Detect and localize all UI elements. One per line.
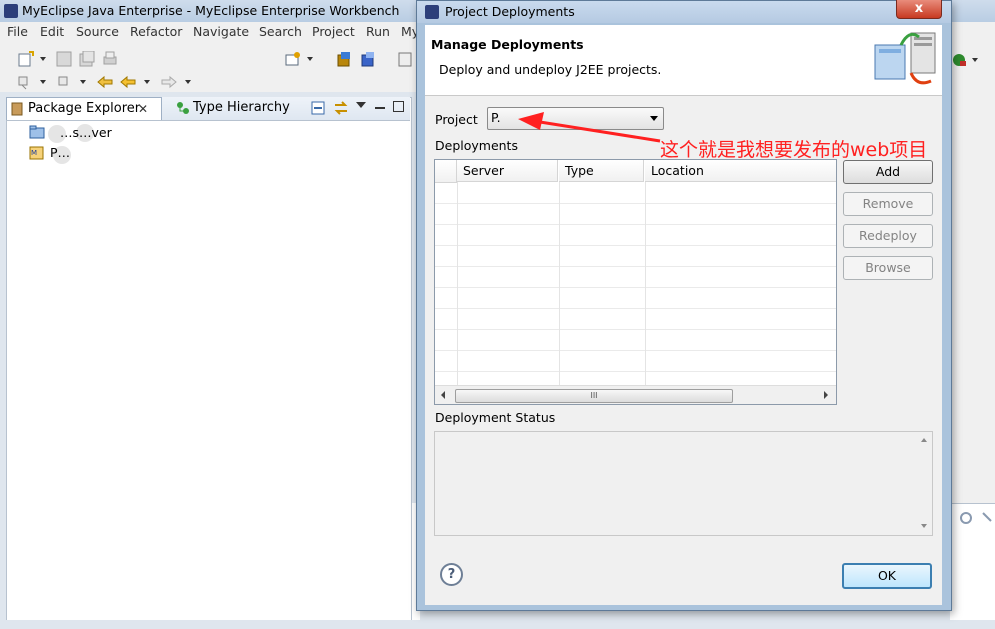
project-label: Project bbox=[435, 112, 478, 127]
column-divider bbox=[559, 182, 560, 385]
svg-text:M: M bbox=[31, 149, 37, 157]
run-dropdown-icon[interactable] bbox=[972, 58, 978, 62]
header-title: Manage Deployments bbox=[431, 37, 584, 52]
menu-run[interactable]: Run bbox=[366, 24, 390, 39]
column-header-type[interactable]: Type bbox=[559, 160, 644, 182]
minimize-icon[interactable] bbox=[375, 107, 385, 109]
header-description: Deploy and undeploy J2EE projects. bbox=[439, 62, 662, 77]
tab-label: Package Explorer bbox=[28, 101, 141, 116]
table-row bbox=[435, 351, 836, 372]
deployment-status-area[interactable] bbox=[434, 431, 933, 536]
prev-annotation-icon[interactable] bbox=[56, 74, 72, 90]
add-button[interactable]: Add bbox=[843, 160, 933, 184]
dialog-body: Project P. Deployments Server Type Locat… bbox=[425, 96, 942, 605]
horizontal-scrollbar[interactable]: III bbox=[435, 385, 836, 404]
scroll-left-icon[interactable] bbox=[441, 391, 445, 399]
forward-icon bbox=[161, 75, 177, 89]
tree-item-servers[interactable]: …s…ver bbox=[60, 125, 112, 140]
view-menu-icon[interactable] bbox=[356, 102, 366, 108]
close-button[interactable]: x bbox=[896, 0, 942, 19]
ok-button[interactable]: OK bbox=[842, 563, 932, 589]
remove-button[interactable]: Remove bbox=[843, 192, 933, 216]
deployments-label: Deployments bbox=[435, 138, 518, 153]
print-icon bbox=[103, 51, 117, 65]
annotation-text: 这个就是我想要发布的web项目 bbox=[660, 139, 928, 161]
last-edit-icon[interactable] bbox=[96, 74, 114, 90]
dialog-title: Project Deployments bbox=[445, 4, 575, 19]
myeclipse-logo-icon bbox=[4, 4, 18, 18]
package-icon bbox=[11, 102, 23, 116]
annotation-arrow bbox=[518, 112, 661, 143]
column-header-location[interactable]: Location bbox=[645, 160, 836, 182]
deploy-icon[interactable] bbox=[336, 51, 352, 67]
close-tab-icon[interactable]: ✕ bbox=[138, 98, 148, 120]
back-icon[interactable] bbox=[119, 74, 137, 90]
server-dropdown-icon[interactable] bbox=[307, 57, 313, 61]
project-select-value: P. bbox=[491, 110, 501, 125]
forward-dropdown-icon bbox=[185, 80, 191, 84]
menu-refactor[interactable]: Refactor bbox=[130, 24, 182, 39]
menu-navigate[interactable]: Navigate bbox=[193, 24, 249, 39]
jdk-icon[interactable] bbox=[398, 51, 412, 67]
column-header-server[interactable]: Server bbox=[457, 160, 558, 182]
vertical-scrollbar[interactable] bbox=[916, 432, 932, 535]
back-dropdown-icon[interactable] bbox=[144, 80, 150, 84]
browse-button[interactable]: Browse bbox=[843, 256, 933, 280]
table-row bbox=[435, 225, 836, 246]
deployment-banner-icon bbox=[874, 32, 936, 85]
new-server-icon[interactable] bbox=[284, 51, 302, 67]
tab-type-hierarchy[interactable]: Type Hierarchy bbox=[172, 97, 290, 119]
link-editor-icon[interactable] bbox=[333, 100, 349, 116]
column-divider bbox=[645, 182, 646, 385]
web-project-icon: M bbox=[29, 146, 44, 160]
scroll-down-icon[interactable] bbox=[921, 524, 927, 528]
save-icon bbox=[56, 51, 72, 67]
save-all-icon bbox=[79, 51, 95, 67]
table-row bbox=[435, 267, 836, 288]
dialog-header: Manage Deployments Deploy and undeploy J… bbox=[425, 25, 942, 96]
table-row bbox=[435, 246, 836, 267]
window-title: MyEclipse Java Enterprise - MyEclipse En… bbox=[22, 3, 400, 18]
menu-edit[interactable]: Edit bbox=[40, 24, 64, 39]
tree-item-project[interactable]: P… bbox=[50, 145, 70, 160]
sync-icon[interactable] bbox=[958, 510, 974, 526]
menu-source[interactable]: Source bbox=[76, 24, 119, 39]
table-row bbox=[435, 309, 836, 330]
new-icon[interactable] bbox=[17, 51, 35, 67]
tab-package-explorer[interactable]: Package Explorer ✕ bbox=[6, 97, 162, 120]
column-divider bbox=[457, 182, 458, 385]
table-header-cell bbox=[435, 160, 457, 183]
deployment-status-label: Deployment Status bbox=[435, 410, 556, 425]
project-deployments-dialog: Project Deployments x Manage Deployments… bbox=[416, 0, 952, 611]
menu-file[interactable]: File bbox=[7, 24, 28, 39]
status-bar bbox=[0, 620, 995, 629]
deploy-blue-icon[interactable] bbox=[360, 51, 376, 67]
redeploy-button[interactable]: Redeploy bbox=[843, 224, 933, 248]
run-icon[interactable] bbox=[951, 52, 969, 68]
table-row bbox=[435, 204, 836, 225]
help-button[interactable]: ? bbox=[440, 563, 463, 586]
annotation-dropdown-icon[interactable] bbox=[40, 80, 46, 84]
tab-label: Type Hierarchy bbox=[193, 100, 290, 115]
package-explorer-panel bbox=[6, 97, 412, 621]
hierarchy-icon bbox=[177, 102, 189, 114]
scroll-up-icon[interactable] bbox=[921, 438, 927, 442]
collapse-all-icon[interactable] bbox=[311, 101, 325, 115]
maximize-icon[interactable] bbox=[393, 101, 404, 112]
package-explorer-tabbar: Package Explorer ✕ Type Hierarchy bbox=[6, 97, 410, 121]
table-row bbox=[435, 288, 836, 309]
scroll-right-icon[interactable] bbox=[824, 391, 828, 399]
dialog-app-icon bbox=[425, 5, 439, 19]
prev-annotation-dropdown-icon[interactable] bbox=[80, 80, 86, 84]
deployments-table[interactable]: Server Type Location III bbox=[434, 159, 837, 405]
pin-icon[interactable] bbox=[980, 510, 994, 526]
table-row bbox=[435, 330, 836, 351]
new-dropdown-icon[interactable] bbox=[40, 57, 46, 61]
menu-search[interactable]: Search bbox=[259, 24, 302, 39]
menu-project[interactable]: Project bbox=[312, 24, 355, 39]
next-annotation-icon[interactable] bbox=[16, 74, 32, 90]
table-row bbox=[435, 183, 836, 204]
scrollbar-thumb[interactable]: III bbox=[455, 389, 733, 403]
servers-folder-icon bbox=[29, 125, 45, 139]
